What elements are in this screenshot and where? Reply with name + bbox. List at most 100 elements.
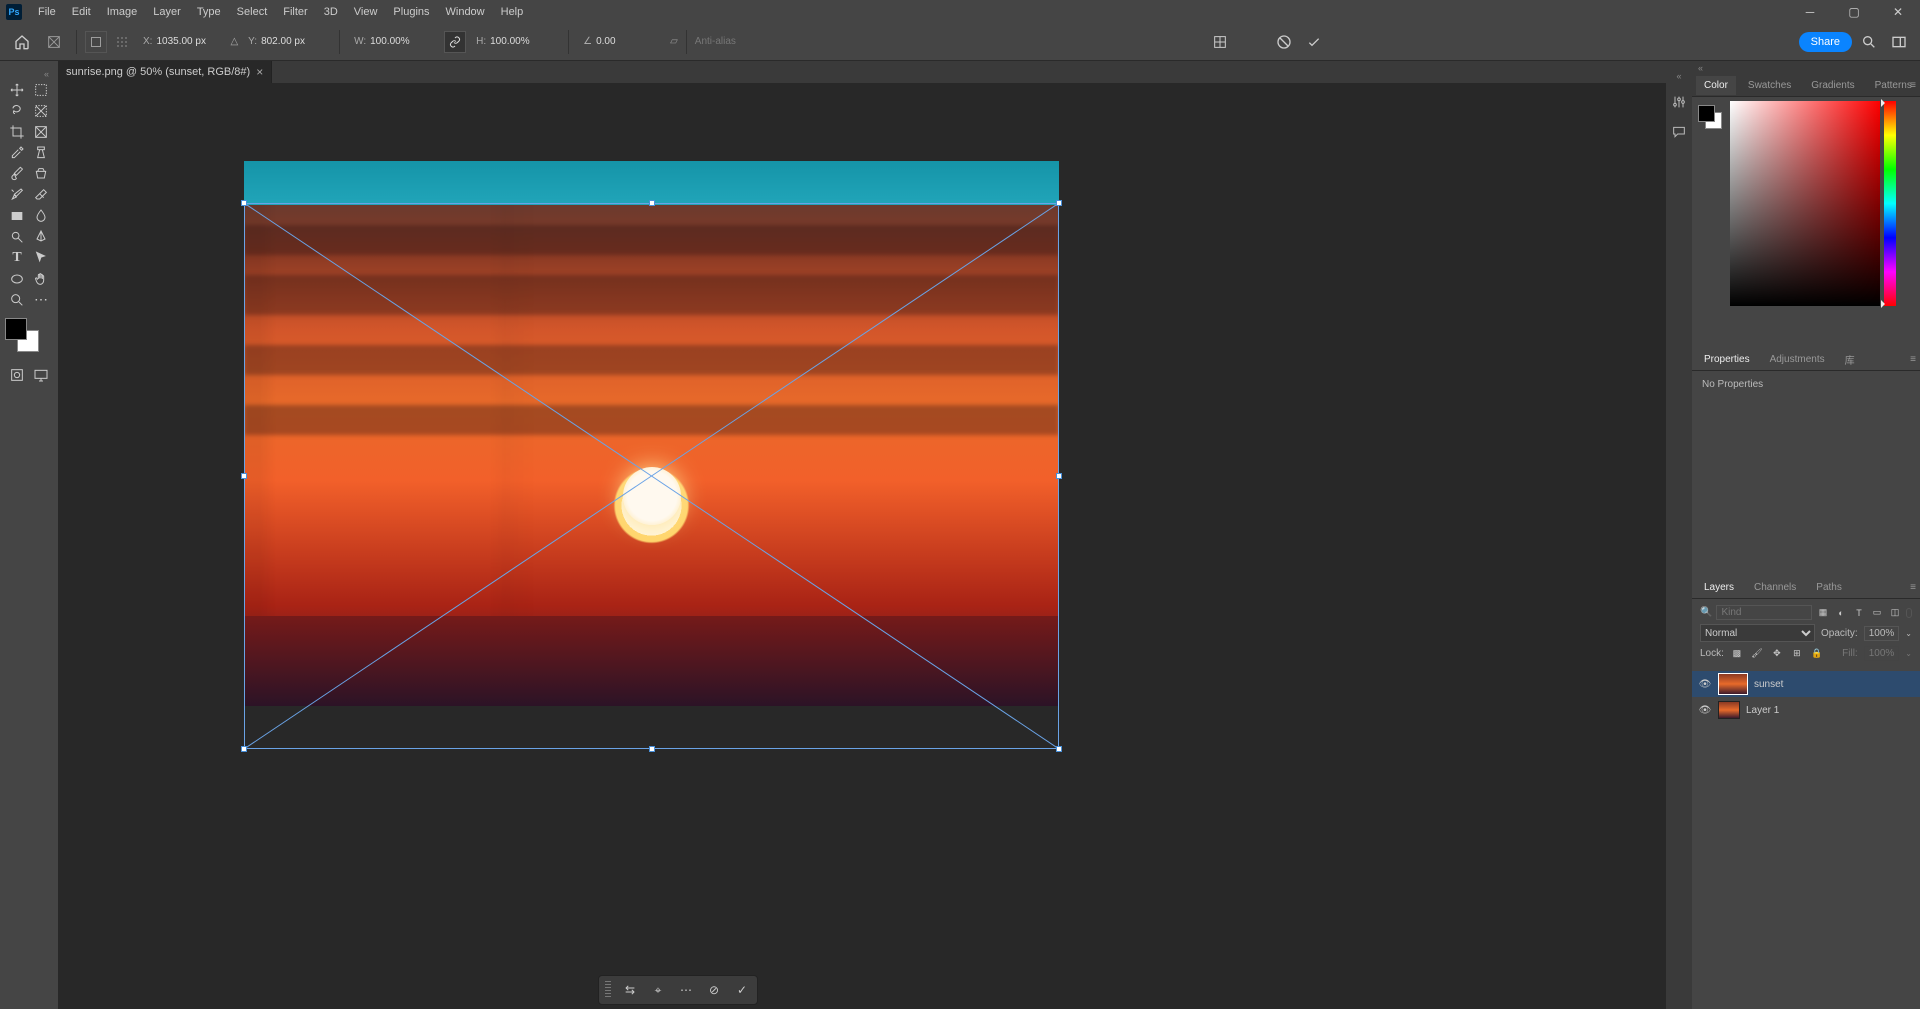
transform-handle-bottom-left[interactable] — [241, 746, 247, 752]
window-minimize[interactable]: ─ — [1788, 0, 1832, 23]
collapse-panels-icon[interactable]: « — [1692, 61, 1920, 75]
color-swatch[interactable] — [5, 318, 39, 352]
type-tool[interactable]: T — [5, 247, 29, 268]
skew-h-icon[interactable]: ▱ — [670, 36, 678, 47]
lock-transparency-icon[interactable]: ▩ — [1730, 647, 1744, 661]
zoom-tool[interactable] — [5, 289, 29, 310]
close-tab-icon[interactable]: × — [256, 65, 263, 79]
menu-help[interactable]: Help — [493, 2, 532, 22]
color-panel-menu-icon[interactable]: ≡ — [1910, 80, 1916, 91]
foreground-color[interactable] — [5, 318, 27, 340]
layer-name[interactable]: sunset — [1754, 679, 1783, 690]
tab-channels[interactable]: Channels — [1746, 578, 1804, 597]
tab-properties[interactable]: Properties — [1696, 350, 1758, 369]
crop-tool[interactable] — [5, 121, 29, 142]
clone-stamp-tool[interactable] — [29, 163, 53, 184]
toolbar-grip[interactable] — [605, 981, 611, 999]
filter-type-icon[interactable]: T — [1852, 606, 1866, 620]
opacity-value[interactable]: 100% — [1864, 626, 1900, 641]
filter-adjustment-icon[interactable]: ◐ — [1834, 606, 1848, 620]
tab-swatches[interactable]: Swatches — [1740, 76, 1799, 95]
shape-tool[interactable] — [5, 268, 29, 289]
eyedropper-tool[interactable] — [5, 142, 29, 163]
filter-smart-icon[interactable]: ◫ — [1888, 606, 1902, 620]
angle-value[interactable]: 0.00 — [596, 36, 660, 47]
menu-3d[interactable]: 3D — [316, 2, 346, 22]
layer-row-layer1[interactable]: 👁 Layer 1 — [1692, 697, 1920, 723]
layer-thumbnail[interactable] — [1718, 673, 1748, 695]
transform-floating-toolbar[interactable]: ⇆ ⌖ ⋯ ⊘ ✓ — [598, 975, 758, 1005]
layer-row-sunset[interactable]: 👁 sunset — [1692, 671, 1920, 697]
object-selection-tool[interactable] — [29, 100, 53, 121]
expand-strip-icon[interactable]: « — [1676, 71, 1681, 81]
layers-panel-menu-icon[interactable]: ≡ — [1910, 582, 1916, 593]
marquee-tool[interactable] — [29, 79, 53, 100]
filter-toggle-icon[interactable] — [1906, 608, 1912, 618]
strip-adjustments-icon[interactable] — [1670, 93, 1688, 111]
home-icon[interactable] — [8, 28, 36, 56]
flip-horizontal-icon[interactable]: ⇆ — [621, 981, 639, 999]
screen-mode-toggle[interactable] — [29, 364, 53, 385]
transform-handle-bottom-right[interactable] — [1056, 746, 1062, 752]
menu-file[interactable]: File — [30, 2, 64, 22]
path-selection-tool[interactable] — [29, 247, 53, 268]
menu-view[interactable]: View — [346, 2, 386, 22]
tab-libraries[interactable]: 库 — [1837, 348, 1863, 371]
menu-plugins[interactable]: Plugins — [385, 2, 437, 22]
transform-tool-icon[interactable] — [40, 28, 68, 56]
window-close[interactable]: ✕ — [1876, 0, 1920, 23]
menu-type[interactable]: Type — [189, 2, 229, 22]
filter-search-icon[interactable]: 🔍 — [1700, 607, 1712, 618]
quick-mask-toggle[interactable] — [5, 364, 29, 385]
document-tab[interactable]: sunrise.png @ 50% (sunset, RGB/8#) × — [58, 61, 272, 83]
blend-mode-select[interactable]: Normal — [1700, 624, 1815, 642]
y-value[interactable]: 802.00 px — [261, 36, 325, 47]
reference-point-toggle[interactable] — [85, 31, 107, 53]
canvas-viewport[interactable]: ⇆ ⌖ ⋯ ⊘ ✓ — [58, 83, 1692, 1009]
cancel-icon[interactable]: ⊘ — [705, 981, 723, 999]
layer-visibility-icon[interactable]: 👁 — [1698, 705, 1712, 716]
edit-toolbar[interactable]: ⋯ — [29, 289, 53, 310]
panel-foreground-color[interactable] — [1698, 105, 1715, 122]
lock-pixels-icon[interactable]: 🖌 — [1750, 647, 1764, 661]
strip-comments-icon[interactable] — [1670, 123, 1688, 141]
history-brush-tool[interactable] — [5, 184, 29, 205]
workspace-switcher-icon[interactable] — [1886, 29, 1912, 55]
lock-position-icon[interactable]: ✥ — [1770, 647, 1784, 661]
menu-edit[interactable]: Edit — [64, 2, 99, 22]
dodge-tool[interactable] — [5, 226, 29, 247]
reset-icon[interactable]: ⌖ — [649, 981, 667, 999]
move-tool[interactable] — [5, 79, 29, 100]
menu-image[interactable]: Image — [99, 2, 146, 22]
menu-layer[interactable]: Layer — [145, 2, 189, 22]
reference-point-grid[interactable] — [111, 31, 133, 53]
properties-panel-menu-icon[interactable]: ≡ — [1910, 354, 1916, 365]
menu-filter[interactable]: Filter — [275, 2, 315, 22]
color-saturation-picker[interactable] — [1730, 101, 1880, 306]
commit-icon[interactable]: ✓ — [733, 981, 751, 999]
warp-mode-icon[interactable] — [1207, 29, 1233, 55]
healing-brush-tool[interactable] — [29, 142, 53, 163]
fill-value[interactable]: 100% — [1864, 646, 1900, 661]
lock-artboard-icon[interactable]: ⊞ — [1790, 647, 1804, 661]
canvas[interactable] — [244, 161, 1059, 706]
aspect-link-icon[interactable] — [444, 31, 466, 53]
hand-tool[interactable] — [29, 268, 53, 289]
tab-paths[interactable]: Paths — [1808, 578, 1850, 597]
hue-slider[interactable] — [1884, 101, 1896, 306]
eraser-tool[interactable] — [29, 184, 53, 205]
swap-xy-icon[interactable]: △ — [230, 36, 238, 47]
more-options-icon[interactable]: ⋯ — [677, 981, 695, 999]
menu-select[interactable]: Select — [229, 2, 276, 22]
pen-tool[interactable] — [29, 226, 53, 247]
tab-layers[interactable]: Layers — [1696, 578, 1742, 597]
tab-gradients[interactable]: Gradients — [1803, 76, 1862, 95]
h-value[interactable]: 100.00% — [490, 36, 554, 47]
lasso-tool[interactable] — [5, 100, 29, 121]
x-value[interactable]: 1035.00 px — [156, 36, 220, 47]
blur-tool[interactable] — [29, 205, 53, 226]
layer-name[interactable]: Layer 1 — [1746, 705, 1779, 716]
share-button[interactable]: Share — [1799, 32, 1852, 52]
layer-filter-kind[interactable]: Kind — [1716, 605, 1812, 620]
tab-color[interactable]: Color — [1696, 76, 1736, 95]
